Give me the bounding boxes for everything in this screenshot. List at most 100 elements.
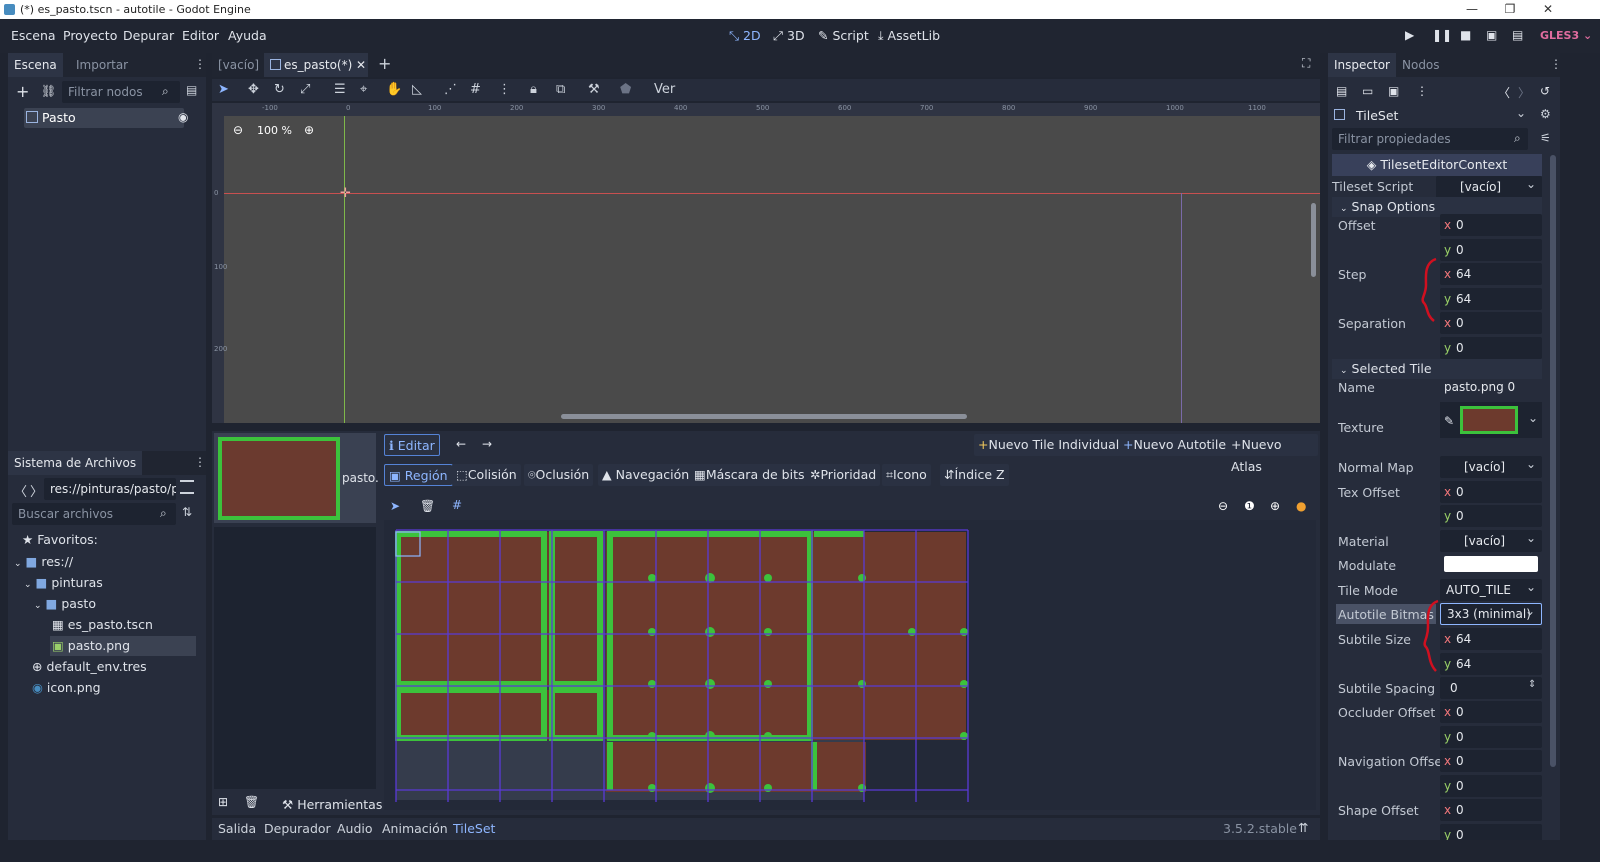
pin-panel-icon[interactable]: ⇈ — [1298, 820, 1308, 835]
pan-tool-icon[interactable]: ✋ — [386, 82, 402, 97]
tile-mode-dropdown[interactable]: AUTO_TILE — [1440, 576, 1542, 601]
play-scene-icon[interactable]: ▣ — [1486, 28, 1497, 42]
menu-proyecto[interactable]: Proyecto — [63, 28, 117, 43]
tab-escena[interactable]: Escena — [8, 53, 63, 77]
texture-picker[interactable]: ✎ ⌄ — [1440, 402, 1542, 438]
pause-icon[interactable]: ❚❚ — [1432, 28, 1452, 42]
file-pasto-png-row[interactable]: ▣ pasto.png — [50, 636, 196, 656]
link-icon[interactable]: ⛓ — [41, 84, 56, 98]
sort-icon[interactable]: ⇅ — [182, 505, 192, 519]
path-input[interactable]: res://pinturas/pasto/p — [44, 478, 176, 500]
tab-importar[interactable]: Importar — [70, 53, 134, 77]
material-dropdown[interactable]: [vacío] — [1440, 527, 1542, 552]
new-atlas-button[interactable]: +Nuevo Atlas — [1227, 434, 1318, 474]
resource-name[interactable]: TileSet — [1356, 108, 1398, 123]
file-search-input[interactable]: Buscar archivos — [12, 503, 176, 525]
next-arrow-icon[interactable]: → — [482, 437, 492, 451]
list-tool-icon[interactable]: ☰ — [334, 82, 346, 97]
group-icon[interactable]: ⧉ — [556, 82, 565, 97]
add-tab-icon[interactable]: + — [378, 54, 391, 73]
property-settings-icon[interactable]: ⚟ — [1540, 131, 1551, 145]
edit-button[interactable]: ℹ Editar — [384, 434, 440, 456]
vertical-scrollbar[interactable] — [1311, 203, 1316, 277]
dock-menu-icon[interactable]: ⋮ — [194, 57, 206, 71]
file-default-env-row[interactable]: ⊕ default_env.tres — [32, 657, 147, 677]
tab-salida[interactable]: Salida — [218, 821, 256, 836]
tileset-workspace[interactable] — [384, 520, 1316, 810]
select-tool-icon[interactable]: ➤ — [218, 82, 229, 97]
mode-z-index[interactable]: ⇵Índice Z — [940, 464, 1009, 486]
snap-options-icon[interactable]: ⋮ — [498, 82, 511, 97]
play-icon[interactable]: ▶ — [1405, 28, 1414, 42]
renderer-selector[interactable]: GLES3 ⌄ — [1540, 29, 1592, 42]
folder-res-row[interactable]: ⌄ ■ res:// — [14, 552, 73, 572]
view-menu[interactable]: Ver — [654, 82, 675, 97]
mode-region[interactable]: ▣ Región — [384, 464, 453, 486]
camera-override-icon[interactable]: ⬟ — [620, 82, 631, 97]
tab-audio[interactable]: Audio — [337, 821, 373, 836]
spin-arrows-icon[interactable]: ⇕ — [1528, 679, 1536, 690]
zoom-out-icon[interactable]: ⊖ — [233, 123, 243, 137]
new-single-tile-button[interactable]: +Nuevo Tile Individual — [974, 434, 1124, 456]
select-tool-icon[interactable]: ➤ — [390, 499, 400, 513]
tab-animacion[interactable]: Animación — [382, 821, 448, 836]
tree-item-root[interactable]: Pasto — [24, 108, 184, 128]
workspace-3d-button[interactable]: ⤢ 3D — [773, 28, 805, 44]
remove-texture-icon[interactable]: 🗑︎ — [244, 795, 259, 809]
move-tool-icon[interactable]: ✥ — [248, 82, 259, 97]
tab-es-pasto[interactable]: es_pasto(*) ✕ — [264, 53, 368, 77]
name-value[interactable]: pasto.png 0 — [1444, 380, 1515, 394]
zoom-level[interactable]: 100 % — [257, 124, 292, 137]
new-resource-icon[interactable]: ▤ — [1336, 84, 1347, 98]
chevron-down-icon[interactable]: ⌄ — [1516, 106, 1526, 120]
mode-icon[interactable]: ⌗Icono — [882, 464, 931, 486]
tab-empty-scene[interactable]: [vacío] — [212, 53, 265, 77]
save-icon[interactable]: ▣ — [1388, 84, 1399, 98]
add-texture-icon[interactable]: ⊞ — [218, 795, 228, 809]
script-attach-icon[interactable]: ▤ — [186, 83, 197, 97]
history-icon[interactable]: ↺ — [1540, 84, 1550, 98]
lock-icon[interactable]: 🔒︎ — [530, 82, 537, 97]
horizontal-scrollbar[interactable] — [561, 414, 967, 419]
property-filter-input[interactable]: Filtrar propiedades — [1332, 128, 1528, 150]
grid-snap-icon[interactable]: # — [452, 498, 462, 512]
forward-arrow-icon[interactable]: 〉 — [30, 481, 43, 500]
mode-occlusion[interactable]: ⌾Oclusión — [524, 464, 594, 486]
bone-icon[interactable]: ⚒ — [588, 82, 600, 97]
mode-bitmask[interactable]: ▦Máscara de bits — [690, 464, 809, 486]
workspace-assetlib-button[interactable]: ⤓ AssetLib — [878, 28, 940, 44]
menu-depurar[interactable]: Depurar — [123, 28, 174, 43]
stop-icon[interactable]: ■ — [1460, 28, 1471, 42]
delete-tool-icon[interactable]: 🗑︎ — [420, 499, 435, 513]
2d-viewport[interactable]: -100 0 100 200 300 400 500 600 700 800 9… — [212, 103, 1320, 423]
close-icon[interactable]: ✕ — [1528, 0, 1568, 19]
file-es-pasto-row[interactable]: ▦ es_pasto.tscn — [52, 615, 153, 635]
menu-editor[interactable]: Editor — [182, 28, 219, 43]
minimize-icon[interactable]: — — [1452, 0, 1492, 19]
smart-snap-icon[interactable]: ⋰ — [444, 82, 457, 97]
scale-tool-icon[interactable]: ⤢ — [300, 82, 310, 97]
tab-nodos[interactable]: Nodos — [1396, 53, 1446, 77]
modulate-color-picker[interactable] — [1444, 556, 1538, 572]
history-back-icon[interactable]: 〈 — [1498, 84, 1510, 101]
tools-button[interactable]: ⚒ Herramientas — [282, 797, 382, 812]
new-autotile-button[interactable]: +Nuevo Autotile — [1119, 434, 1231, 456]
rotate-tool-icon[interactable]: ↻ — [274, 82, 285, 97]
prev-arrow-icon[interactable]: ← — [456, 437, 466, 451]
pivot-tool-icon[interactable]: ⌖ — [360, 82, 367, 97]
object-tools-icon[interactable]: ⚙ — [1540, 107, 1551, 121]
close-tab-icon[interactable]: ✕ — [356, 53, 366, 77]
menu-ayuda[interactable]: Ayuda — [228, 28, 267, 43]
tab-tileset[interactable]: TileSet — [453, 821, 495, 836]
menu-escena[interactable]: Escena — [11, 28, 56, 43]
zoom-out-icon[interactable]: ⊖ — [1218, 499, 1228, 513]
more-options-icon[interactable]: ⋮ — [1416, 84, 1428, 98]
favorites-row[interactable]: ★ Favoritos: — [22, 530, 98, 550]
folder-pasto-row[interactable]: ⌄ ■ pasto — [34, 594, 96, 614]
file-icon-png-row[interactable]: ◉ icon.png — [32, 678, 101, 698]
normal-map-dropdown[interactable]: [vacío] — [1440, 453, 1542, 478]
open-folder-icon[interactable]: ▭ — [1362, 84, 1373, 98]
split-view-icon[interactable] — [180, 480, 194, 494]
workspace-2d-button[interactable]: ⤡ 2D — [729, 28, 761, 44]
inspector-scrollbar[interactable] — [1550, 155, 1556, 767]
